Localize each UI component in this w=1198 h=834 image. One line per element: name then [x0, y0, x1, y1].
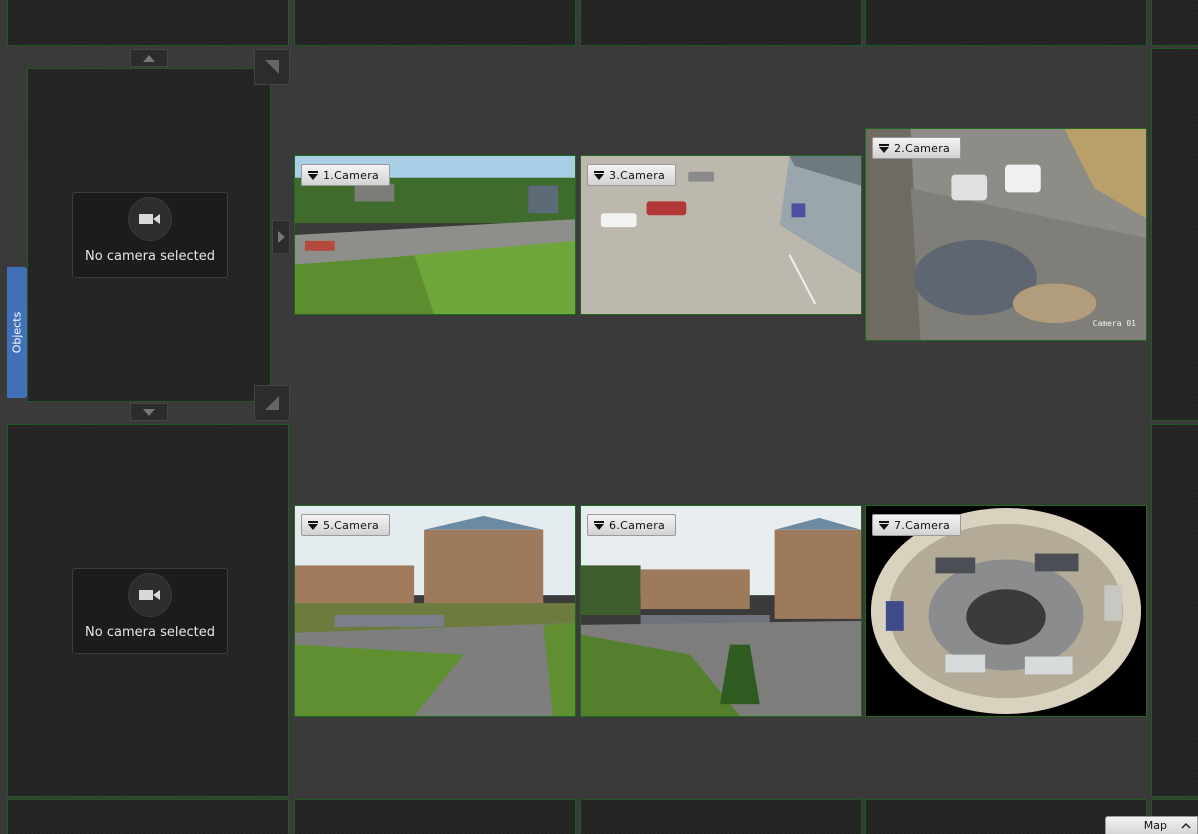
chevron-down-icon: [879, 143, 889, 153]
empty-camera-slot[interactable]: No camera selected: [72, 568, 228, 654]
scroll-up-button[interactable]: [130, 49, 168, 67]
layout-cell-top-1[interactable]: [7, 0, 289, 46]
camera-label[interactable]: 6.Camera: [587, 514, 677, 536]
camera-tile[interactable]: 1.Camera: [294, 155, 576, 315]
chevron-down-icon: [594, 520, 604, 530]
chevron-down-icon: [879, 520, 889, 530]
camera-label[interactable]: 5.Camera: [301, 514, 391, 536]
objects-tab-label: Objects: [10, 311, 24, 354]
camera-tile[interactable]: 6.Camera: [580, 505, 862, 717]
chevron-down-icon: [308, 520, 318, 530]
video-camera-icon: [139, 590, 160, 600]
layout-cell-bottom-1[interactable]: [7, 799, 289, 834]
chevron-down-icon: [594, 170, 604, 180]
camera-label-text: 3.Camera: [609, 168, 666, 182]
layout-cell-bottom-2[interactable]: [294, 799, 576, 834]
camera-label-text: 5.Camera: [323, 518, 380, 532]
camera-tile[interactable]: 3.Camera: [580, 155, 862, 315]
chevron-down-icon: [308, 170, 318, 180]
chevron-up-icon: [143, 54, 155, 62]
layout-cell-top-5[interactable]: [1151, 0, 1198, 46]
camera-label[interactable]: 7.Camera: [872, 514, 962, 536]
layout-cell-right-1[interactable]: [1151, 48, 1198, 421]
camera-tile[interactable]: 7.Camera: [865, 505, 1147, 717]
camera-label[interactable]: 1.Camera: [301, 164, 391, 186]
scroll-down-button[interactable]: [130, 403, 168, 421]
layout-cell-right-2[interactable]: [1151, 424, 1198, 797]
chevron-right-icon: [277, 231, 285, 243]
empty-slot-message: No camera selected: [85, 625, 215, 640]
layout-cell-top-4[interactable]: [865, 0, 1147, 46]
camera-label[interactable]: 3.Camera: [587, 164, 677, 186]
map-tab-label: Map: [1143, 819, 1167, 832]
camera-label-text: 2.Camera: [894, 141, 951, 155]
camera-video-frame: [295, 506, 575, 716]
video-camera-icon: [139, 214, 160, 224]
resize-handle-top-right[interactable]: [254, 49, 290, 85]
layout-cell-top-2[interactable]: [294, 0, 576, 46]
map-panel-tab[interactable]: Map: [1105, 816, 1198, 834]
camera-video-frame: [866, 129, 1146, 340]
layout-cell-bottom-3[interactable]: [580, 799, 862, 834]
camera-video-frame: [581, 506, 861, 716]
chevron-down-icon: [143, 408, 155, 416]
empty-camera-slot[interactable]: No camera selected: [72, 192, 228, 278]
objects-panel-tab[interactable]: Objects: [7, 267, 27, 398]
empty-slot-message: No camera selected: [85, 249, 215, 264]
camera-osd-text: Camera 01: [1092, 319, 1136, 328]
camera-label-text: 6.Camera: [609, 518, 666, 532]
camera-placeholder: [128, 573, 172, 617]
camera-tile[interactable]: 2.Camera Camera 01: [865, 128, 1147, 341]
corner-arrow-icon: [265, 60, 279, 74]
camera-video-frame: [866, 506, 1146, 716]
chevron-up-icon: [1181, 822, 1191, 829]
camera-placeholder: [128, 197, 172, 241]
layout-cell-top-3[interactable]: [580, 0, 862, 46]
resize-handle-bottom-right[interactable]: [254, 385, 290, 421]
camera-label-text: 7.Camera: [894, 518, 951, 532]
camera-tile[interactable]: 5.Camera: [294, 505, 576, 717]
corner-arrow-icon: [265, 396, 279, 410]
camera-label-text: 1.Camera: [323, 168, 380, 182]
scroll-right-button[interactable]: [272, 220, 290, 254]
camera-label[interactable]: 2.Camera: [872, 137, 962, 159]
